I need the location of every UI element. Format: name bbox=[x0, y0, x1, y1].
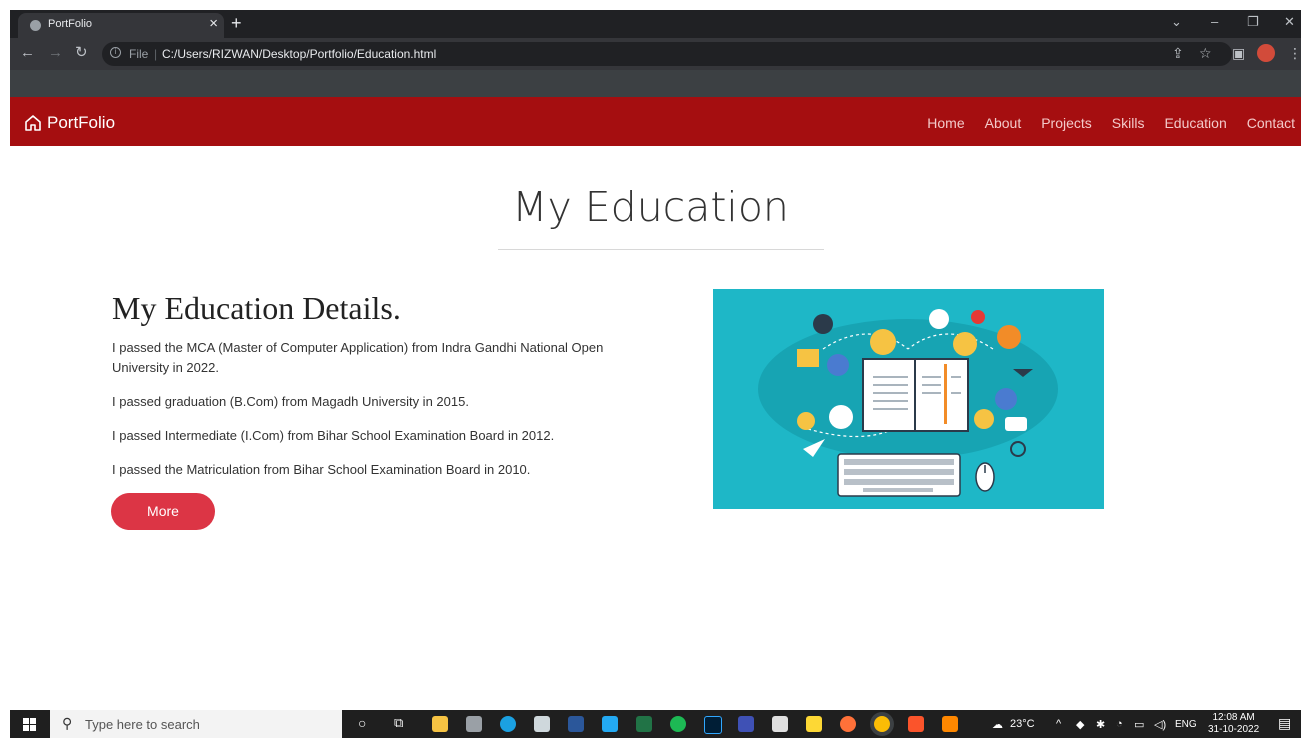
app-icon[interactable] bbox=[772, 716, 788, 732]
vlc-icon[interactable] bbox=[942, 716, 958, 732]
education-paragraph: I passed the Matriculation from Bihar Sc… bbox=[112, 462, 531, 477]
weather-icon[interactable]: ☁ bbox=[992, 718, 1003, 731]
chrome-icon[interactable] bbox=[874, 716, 890, 732]
address-separator: | bbox=[154, 47, 158, 61]
address-bar[interactable]: i File | C:/Users/RIZWAN/Desktop/Portfol… bbox=[102, 42, 1232, 66]
menu-kebab-icon[interactable]: ⋮ bbox=[1288, 46, 1301, 60]
back-icon[interactable]: ← bbox=[20, 45, 35, 61]
calculator-icon[interactable] bbox=[466, 716, 482, 732]
nav-link-education[interactable]: Education bbox=[1164, 115, 1226, 131]
weather-temp[interactable]: 23°C bbox=[1010, 718, 1035, 730]
maximize-icon[interactable]: ❐ bbox=[1247, 14, 1259, 30]
address-scheme-label: File bbox=[129, 47, 149, 61]
education-illustration-graphic bbox=[758, 309, 1058, 497]
spotify-icon[interactable] bbox=[670, 716, 686, 732]
nav-links: Home About Projects Skills Education Con… bbox=[927, 115, 1295, 131]
site-navbar: PortFolio Home About Projects Skills Edu… bbox=[10, 97, 1301, 146]
excel-icon[interactable] bbox=[636, 716, 652, 732]
address-url[interactable]: C:/Users/RIZWAN/Desktop/Portfolio/Educat… bbox=[162, 47, 436, 61]
word-icon[interactable] bbox=[568, 716, 584, 732]
tab-search-icon[interactable]: ⌄ bbox=[1171, 14, 1182, 30]
clock-date: 31-10-2022 bbox=[1208, 724, 1260, 735]
education-paragraph: I passed the MCA (Master of Computer App… bbox=[112, 340, 604, 375]
title-divider bbox=[498, 249, 824, 250]
notification-icon[interactable]: ▤ bbox=[1278, 715, 1291, 732]
more-button[interactable]: More bbox=[111, 493, 215, 530]
taskbar-clock[interactable]: 12:08 AM 31-10-2022 bbox=[1208, 712, 1259, 736]
education-paragraph: I passed Intermediate (I.Com) from Bihar… bbox=[112, 428, 555, 443]
search-icon: ⚲ bbox=[62, 715, 73, 731]
nav-link-home[interactable]: Home bbox=[927, 115, 964, 131]
side-panel-icon[interactable]: ▣ bbox=[1232, 46, 1245, 60]
cortana-icon[interactable]: ○ bbox=[358, 715, 374, 731]
windows-taskbar: ⚲ Type here to search ○ ⧉ ☁ 23°C ^ ◆ ✱ ◔… bbox=[10, 710, 1301, 738]
minimize-icon[interactable]: – bbox=[1211, 14, 1218, 29]
firefox-icon[interactable] bbox=[840, 716, 856, 732]
education-details-title: My Education Details. bbox=[112, 290, 401, 326]
site-brand[interactable]: PortFolio bbox=[24, 113, 115, 133]
file-explorer-icon[interactable] bbox=[432, 716, 448, 732]
language-indicator[interactable]: ENG bbox=[1175, 719, 1197, 730]
education-illustration bbox=[713, 289, 1104, 509]
bookmark-star-icon[interactable]: ☆ bbox=[1199, 46, 1212, 60]
app-icon[interactable] bbox=[738, 716, 754, 732]
browser-bookmark-band bbox=[10, 70, 1301, 97]
page-title: My Education bbox=[512, 183, 789, 231]
taskbar-search-placeholder: Type here to search bbox=[85, 717, 200, 732]
tray-overflow-icon[interactable]: ^ bbox=[1056, 718, 1061, 730]
reload-icon[interactable]: ↻ bbox=[75, 45, 88, 61]
volume-icon[interactable]: ◁) bbox=[1154, 718, 1166, 731]
edge-icon[interactable] bbox=[500, 716, 516, 732]
bluetooth-icon[interactable]: ✱ bbox=[1096, 718, 1105, 731]
jetbrains-icon[interactable] bbox=[806, 716, 822, 732]
globe-icon bbox=[30, 20, 41, 31]
info-icon[interactable]: i bbox=[110, 47, 121, 58]
vscode-icon[interactable] bbox=[602, 716, 618, 732]
tray-app-icon[interactable]: ◆ bbox=[1076, 718, 1084, 731]
taskbar-search-box[interactable]: ⚲ Type here to search bbox=[50, 710, 342, 738]
new-tab-button[interactable]: + bbox=[231, 13, 242, 33]
browser-tab[interactable]: PortFolio × bbox=[18, 13, 224, 38]
photoshop-icon[interactable] bbox=[704, 716, 722, 734]
brave-icon[interactable] bbox=[908, 716, 924, 732]
education-paragraph: I passed graduation (B.Com) from Magadh … bbox=[112, 394, 469, 409]
share-icon[interactable]: ⇪ bbox=[1172, 46, 1184, 60]
battery-icon[interactable]: ▭ bbox=[1134, 718, 1144, 731]
tab-title: PortFolio bbox=[48, 18, 93, 30]
site-brand-label: PortFolio bbox=[47, 113, 116, 132]
clock-time: 12:08 AM bbox=[1212, 712, 1255, 723]
nav-link-projects[interactable]: Projects bbox=[1041, 115, 1092, 131]
close-tab-icon[interactable]: × bbox=[209, 16, 218, 32]
nav-link-contact[interactable]: Contact bbox=[1247, 115, 1295, 131]
close-window-icon[interactable]: ✕ bbox=[1284, 14, 1295, 30]
wifi-icon[interactable]: ◔ bbox=[1116, 718, 1123, 730]
nav-link-about[interactable]: About bbox=[985, 115, 1022, 131]
nav-link-skills[interactable]: Skills bbox=[1112, 115, 1145, 131]
browser-toolbar: ← → ↻ i File | C:/Users/RIZWAN/Desktop/P… bbox=[10, 38, 1301, 70]
forward-icon[interactable]: → bbox=[48, 45, 63, 61]
app-icon[interactable] bbox=[534, 716, 550, 732]
windows-start-icon[interactable] bbox=[23, 718, 36, 731]
task-view-icon[interactable]: ⧉ bbox=[394, 715, 410, 731]
profile-avatar[interactable] bbox=[1257, 44, 1275, 62]
home-icon bbox=[25, 115, 41, 131]
browser-tab-strip: PortFolio × + ⌄ – ❐ ✕ bbox=[10, 10, 1301, 38]
